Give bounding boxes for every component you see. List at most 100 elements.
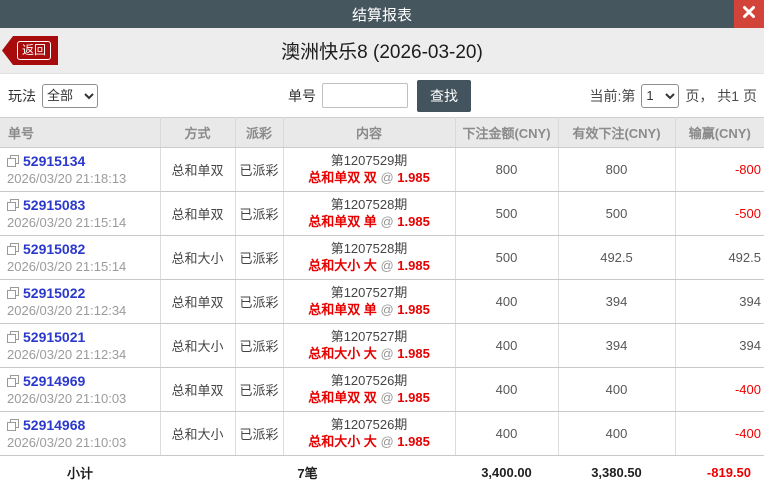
- page-title: 澳洲快乐8 (2026-03-20): [281, 42, 483, 63]
- table-header: 单号 方式 派彩 内容 下注金额(CNY) 有效下注(CNY) 输赢(CNY): [0, 117, 764, 148]
- content-cell: 第1207529期 总和单双 双 @ 1.985: [283, 147, 456, 192]
- valid-bet-cell: 400: [558, 367, 676, 412]
- bet-selection: 总和单双 单: [308, 302, 377, 317]
- order-number-link[interactable]: 52915082: [23, 241, 85, 257]
- table-row: 52915022 2026/03/20 21:12:34 总和单双 已派彩 第1…: [0, 279, 764, 324]
- order-number-link[interactable]: 52915134: [23, 153, 85, 169]
- method-cell: 总和单双: [160, 147, 236, 192]
- copy-icon[interactable]: [7, 242, 19, 255]
- winloss-cell: -800: [675, 147, 764, 192]
- order-number-link[interactable]: 52914968: [23, 417, 85, 433]
- close-button[interactable]: [734, 0, 764, 28]
- valid-bet-cell: 394: [558, 323, 676, 368]
- bet-amount-cell: 500: [455, 235, 559, 280]
- winloss-cell: -400: [675, 411, 764, 456]
- draw-period: 第1207527期: [330, 285, 408, 300]
- order-timestamp: 2026/03/20 21:15:14: [7, 258, 127, 274]
- method-cell: 总和单双: [160, 279, 236, 324]
- order-number-link[interactable]: 52915022: [23, 285, 85, 301]
- pagination: 当前:第 1 页， 共1 页: [589, 83, 757, 108]
- odds-value: 1.985: [397, 302, 430, 317]
- winloss-cell: 394: [675, 323, 764, 368]
- bet-amount-cell: 400: [455, 411, 559, 456]
- table-row: 52914968 2026/03/20 21:10:03 总和大小 已派彩 第1…: [0, 411, 764, 456]
- bet-selection: 总和单双 单: [308, 214, 377, 229]
- bet-amount-cell: 400: [455, 279, 559, 324]
- copy-icon[interactable]: [7, 286, 19, 299]
- payout-status-cell: 已派彩: [235, 191, 284, 236]
- order-number-link[interactable]: 52915083: [23, 197, 85, 213]
- winloss-cell: -500: [675, 191, 764, 236]
- page-select[interactable]: 1: [641, 83, 680, 108]
- bet-amount-cell: 500: [455, 191, 559, 236]
- table-row: 52915021 2026/03/20 21:12:34 总和大小 已派彩 第1…: [0, 323, 764, 368]
- play-filter-select[interactable]: 全部: [42, 83, 98, 108]
- back-button-label: 返回: [17, 41, 52, 60]
- modal-title: 结算报表: [351, 6, 412, 24]
- modal-titlebar: 结算报表: [0, 0, 764, 28]
- content-cell: 第1207526期 总和大小 大 @ 1.985: [283, 411, 456, 456]
- subtotal-bet-amount: 3,400.00: [455, 455, 558, 490]
- order-timestamp: 2026/03/20 21:10:03: [7, 434, 127, 450]
- table-footer: 小计 7笔 3,400.00 3,380.50 -819.50: [0, 455, 764, 490]
- play-filter-label: 玩法: [8, 87, 36, 104]
- valid-bet-cell: 492.5: [558, 235, 676, 280]
- bet-amount-cell: 800: [455, 147, 559, 192]
- draw-period: 第1207527期: [330, 329, 408, 344]
- table-row: 52914969 2026/03/20 21:10:03 总和单双 已派彩 第1…: [0, 367, 764, 412]
- at-sign: @: [380, 214, 394, 229]
- copy-icon[interactable]: [7, 198, 19, 211]
- search-button[interactable]: 查找: [417, 79, 471, 112]
- content-cell: 第1207526期 总和单双 双 @ 1.985: [283, 367, 456, 412]
- order-cell: 52914969 2026/03/20 21:10:03: [0, 367, 161, 412]
- pagination-prefix: 当前:第: [589, 87, 636, 104]
- order-search-input[interactable]: [322, 83, 408, 108]
- copy-icon[interactable]: [7, 418, 19, 431]
- draw-period: 第1207528期: [330, 241, 408, 256]
- at-sign: @: [380, 346, 394, 361]
- payout-status-cell: 已派彩: [235, 411, 284, 456]
- table-body: 52915134 2026/03/20 21:18:13 总和单双 已派彩 第1…: [0, 147, 764, 456]
- content-cell: 第1207527期 总和单双 单 @ 1.985: [283, 279, 456, 324]
- bet-amount-cell: 400: [455, 323, 559, 368]
- content-cell: 第1207528期 总和大小 大 @ 1.985: [283, 235, 456, 280]
- draw-period: 第1207526期: [330, 373, 408, 388]
- order-cell: 52915083 2026/03/20 21:15:14: [0, 191, 161, 236]
- at-sign: @: [380, 170, 394, 185]
- odds-value: 1.985: [397, 258, 430, 273]
- method-cell: 总和大小: [160, 235, 236, 280]
- copy-icon[interactable]: [7, 374, 19, 387]
- order-number-link[interactable]: 52915021: [23, 329, 85, 345]
- copy-icon[interactable]: [7, 330, 19, 343]
- odds-value: 1.985: [397, 434, 430, 449]
- order-cell: 52914968 2026/03/20 21:10:03: [0, 411, 161, 456]
- bet-selection: 总和大小 大: [308, 258, 377, 273]
- back-button[interactable]: 返回: [2, 36, 59, 65]
- draw-period: 第1207528期: [330, 197, 408, 212]
- bet-selection: 总和大小 大: [308, 434, 377, 449]
- bet-selection: 总和大小 大: [308, 346, 377, 361]
- payout-status-cell: 已派彩: [235, 367, 284, 412]
- method-cell: 总和单双: [160, 191, 236, 236]
- at-sign: @: [380, 434, 394, 449]
- draw-period: 第1207529期: [330, 153, 408, 168]
- winloss-cell: -400: [675, 367, 764, 412]
- payout-status-cell: 已派彩: [235, 147, 284, 192]
- order-timestamp: 2026/03/20 21:10:03: [7, 390, 127, 406]
- order-number-link[interactable]: 52914969: [23, 373, 85, 389]
- order-timestamp: 2026/03/20 21:12:34: [7, 302, 127, 318]
- payout-status-cell: 已派彩: [235, 323, 284, 368]
- order-timestamp: 2026/03/20 21:12:34: [7, 346, 127, 362]
- content-cell: 第1207527期 总和大小 大 @ 1.985: [283, 323, 456, 368]
- valid-bet-cell: 400: [558, 411, 676, 456]
- column-header-valid-bet: 有效下注(CNY): [558, 117, 676, 148]
- odds-value: 1.985: [397, 346, 430, 361]
- valid-bet-cell: 394: [558, 279, 676, 324]
- odds-value: 1.985: [397, 214, 430, 229]
- at-sign: @: [380, 258, 394, 273]
- order-cell: 52915134 2026/03/20 21:18:13: [0, 147, 161, 192]
- valid-bet-cell: 800: [558, 147, 676, 192]
- order-timestamp: 2026/03/20 21:15:14: [7, 214, 127, 230]
- copy-icon[interactable]: [7, 154, 19, 167]
- method-cell: 总和大小: [160, 411, 236, 456]
